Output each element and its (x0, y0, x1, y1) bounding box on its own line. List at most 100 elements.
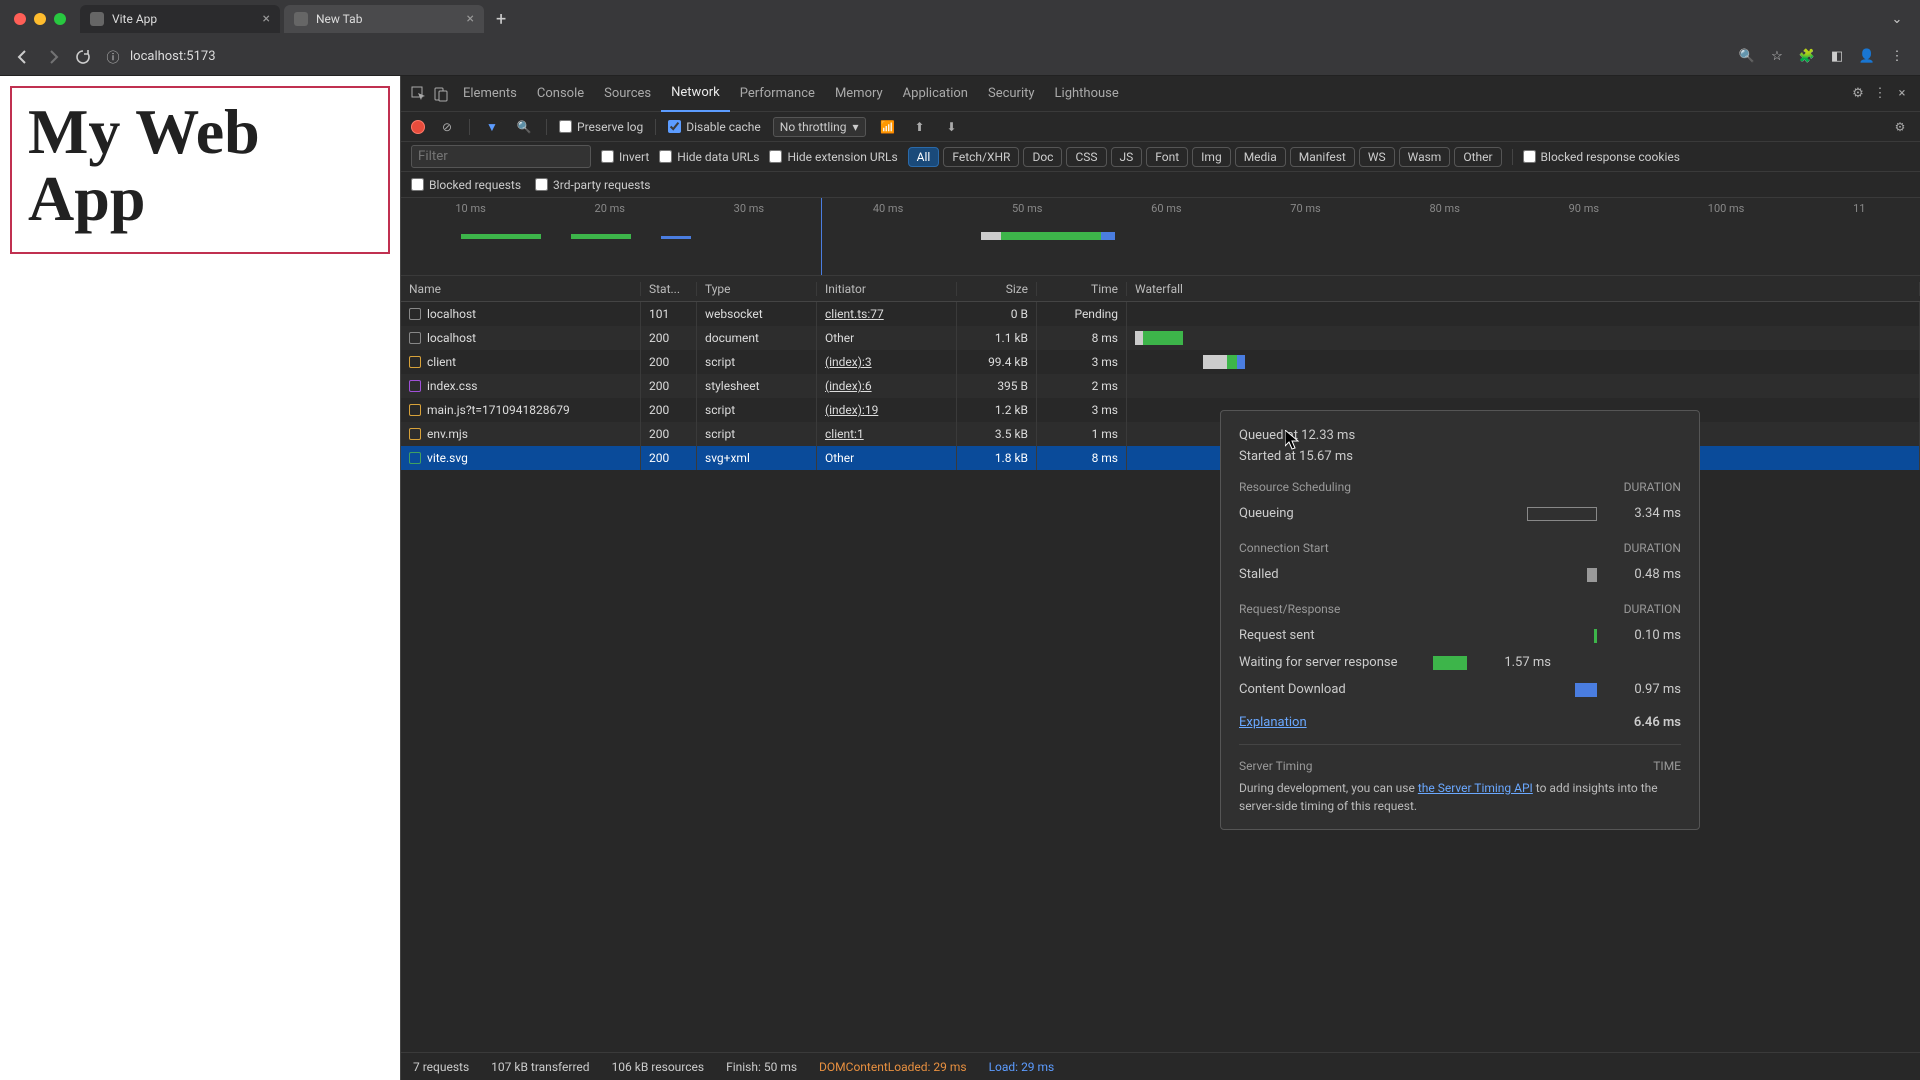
sidepanel-icon[interactable]: ◧ (1828, 48, 1846, 66)
network-conditions-icon[interactable]: 📶 (878, 117, 898, 137)
col-name[interactable]: Name (401, 282, 641, 296)
type-filter-img[interactable]: Img (1192, 147, 1231, 167)
type-filter-all[interactable]: All (908, 147, 940, 167)
browser-tabs: Vite App × New Tab × + (80, 0, 514, 38)
waterfall-timing-tooltip: Queued at 12.33 ms Started at 15.67 ms R… (1220, 410, 1700, 830)
settings-icon[interactable]: ⚙ (1848, 84, 1868, 104)
devtools-tab-memory[interactable]: Memory (825, 76, 893, 112)
invert-checkbox[interactable]: Invert (601, 150, 649, 164)
type-filter-media[interactable]: Media (1235, 147, 1286, 167)
devtools-tabs: ElementsConsoleSourcesNetworkPerformance… (401, 76, 1920, 112)
extensions-icon[interactable]: 🧩 (1798, 48, 1816, 66)
preserve-log-checkbox[interactable]: Preserve log (559, 120, 643, 134)
url-text: localhost:5173 (130, 49, 216, 64)
filter-toggle-icon[interactable]: ▼ (482, 117, 502, 137)
devtools-tab-sources[interactable]: Sources (594, 76, 661, 112)
type-filter-ws[interactable]: WS (1359, 147, 1395, 167)
sb-finish: Finish: 50 ms (726, 1060, 797, 1074)
devtools-tab-console[interactable]: Console (527, 76, 594, 112)
type-filter-manifest[interactable]: Manifest (1290, 147, 1355, 167)
timeline-tick: 10 ms (455, 202, 485, 215)
sb-requests: 7 requests (413, 1060, 469, 1074)
devtools-tab-performance[interactable]: Performance (730, 76, 825, 112)
profile-icon[interactable]: 👤 (1858, 48, 1876, 66)
more-icon[interactable]: ⋮ (1870, 84, 1890, 104)
network-settings-icon[interactable]: ⚙ (1890, 117, 1910, 137)
devtools-tab-elements[interactable]: Elements (453, 76, 527, 112)
chevron-down-icon[interactable]: ⌄ (1888, 10, 1906, 28)
type-filter-other[interactable]: Other (1454, 147, 1501, 167)
blocked-cookies-checkbox[interactable]: Blocked response cookies (1523, 150, 1680, 164)
tt-download: Content Download (1239, 682, 1561, 697)
type-filter-fetch-xhr[interactable]: Fetch/XHR (943, 147, 1019, 167)
devtools-tab-lighthouse[interactable]: Lighthouse (1045, 76, 1129, 112)
devtools-tab-application[interactable]: Application (893, 76, 978, 112)
network-filter-bar: Invert Hide data URLs Hide extension URL… (401, 142, 1920, 172)
tab-vite-app[interactable]: Vite App × (80, 5, 280, 33)
hide-data-urls-checkbox[interactable]: Hide data URLs (659, 150, 759, 164)
col-type[interactable]: Type (697, 282, 817, 296)
disable-cache-checkbox[interactable]: Disable cache (668, 120, 761, 134)
tt-queueing: Queueing (1239, 506, 1513, 521)
favicon-icon (294, 12, 308, 26)
col-time[interactable]: Time (1037, 282, 1127, 296)
devtools-tab-security[interactable]: Security (978, 76, 1045, 112)
device-toggle-icon[interactable] (431, 84, 451, 104)
import-har-icon[interactable]: ⬆ (910, 117, 930, 137)
blocked-requests-checkbox[interactable]: Blocked requests (411, 178, 521, 192)
filter-input[interactable] (411, 145, 591, 168)
type-filter-wasm[interactable]: Wasm (1399, 147, 1451, 167)
bookmark-icon[interactable]: ☆ (1768, 48, 1786, 66)
maximize-window-icon[interactable] (54, 13, 66, 25)
server-timing-api-link[interactable]: the Server Timing API (1418, 781, 1533, 795)
inspect-icon[interactable] (409, 84, 429, 104)
throttling-select[interactable]: No throttling ▾ (773, 117, 866, 137)
network-toolbar: ⊘ ▼ 🔍 Preserve log Disable cache No thro… (401, 112, 1920, 142)
network-row[interactable]: localhost200documentOther1.1 kB8 ms (401, 326, 1920, 350)
timeline-overview[interactable]: 10 ms20 ms30 ms40 ms50 ms60 ms70 ms80 ms… (401, 198, 1920, 276)
menu-icon[interactable]: ⋮ (1888, 48, 1906, 66)
timeline-tick: 40 ms (873, 202, 903, 215)
timeline-tick: 11 (1853, 202, 1865, 215)
col-initiator[interactable]: Initiator (817, 282, 957, 296)
type-filter-js[interactable]: JS (1111, 147, 1143, 167)
disable-cache-label: Disable cache (686, 120, 761, 134)
tt-waiting: Waiting for server response (1239, 655, 1419, 670)
reload-icon[interactable] (74, 48, 92, 66)
close-tab-icon[interactable]: × (467, 11, 474, 27)
search-icon[interactable]: 🔍 (514, 117, 534, 137)
forward-icon[interactable] (44, 48, 62, 66)
tt-section: Request/Response (1239, 602, 1340, 616)
col-size[interactable]: Size (957, 282, 1037, 296)
network-row[interactable]: client200script(index):399.4 kB3 ms (401, 350, 1920, 374)
timeline-tick: 20 ms (595, 202, 625, 215)
hide-ext-urls-checkbox[interactable]: Hide extension URLs (769, 150, 897, 164)
tab-new-tab[interactable]: New Tab × (284, 5, 484, 33)
heading-box: My Web App (10, 86, 390, 254)
window-titlebar: Vite App × New Tab × + ⌄ (0, 0, 1920, 38)
zoom-icon[interactable]: 🔍 (1738, 48, 1756, 66)
type-filter-font[interactable]: Font (1146, 147, 1188, 167)
preserve-log-label: Preserve log (577, 120, 643, 134)
col-status[interactable]: Stat... (641, 282, 697, 296)
devtools-tab-network[interactable]: Network (661, 76, 730, 112)
favicon-icon (90, 12, 104, 26)
close-devtools-icon[interactable]: × (1892, 84, 1912, 104)
type-filter-doc[interactable]: Doc (1023, 147, 1062, 167)
back-icon[interactable] (14, 48, 32, 66)
clear-icon[interactable]: ⊘ (437, 117, 457, 137)
network-row[interactable]: index.css200stylesheet(index):6395 B2 ms (401, 374, 1920, 398)
tt-explanation-link[interactable]: Explanation (1239, 715, 1307, 730)
col-waterfall[interactable]: Waterfall (1127, 282, 1920, 296)
record-icon[interactable] (411, 120, 425, 134)
third-party-checkbox[interactable]: 3rd-party requests (535, 178, 650, 192)
close-tab-icon[interactable]: × (263, 11, 270, 27)
minimize-window-icon[interactable] (34, 13, 46, 25)
export-har-icon[interactable]: ⬇ (942, 117, 962, 137)
type-filter-css[interactable]: CSS (1066, 147, 1106, 167)
site-info-icon[interactable]: ⓘ (104, 48, 122, 66)
url-box[interactable]: ⓘ localhost:5173 (104, 48, 216, 66)
new-tab-button[interactable]: + (488, 9, 514, 30)
close-window-icon[interactable] (14, 13, 26, 25)
network-row[interactable]: localhost101websocketclient.ts:770 BPend… (401, 302, 1920, 326)
